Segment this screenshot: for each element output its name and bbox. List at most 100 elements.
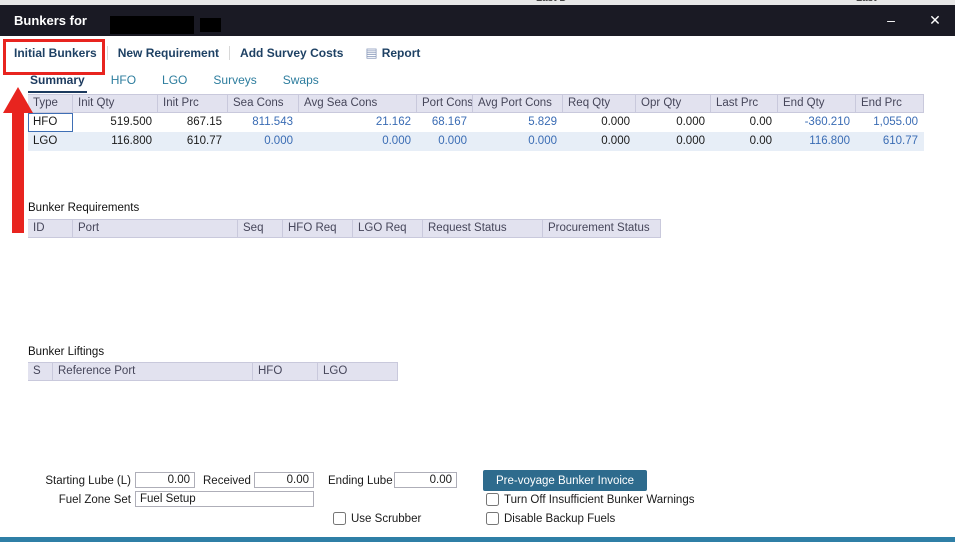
received-label: Received xyxy=(203,475,251,487)
ending-lube-input[interactable] xyxy=(394,472,457,488)
grid-cell[interactable]: 5.829 xyxy=(473,113,563,132)
grid-cell[interactable]: 0.00 xyxy=(711,113,778,132)
tab-summary[interactable]: Summary xyxy=(28,70,87,93)
grid-cell[interactable]: 1,055.00 xyxy=(856,113,924,132)
summary-grid: Type Init Qty Init Prc Sea Cons Avg Sea … xyxy=(28,94,924,151)
column-header: Seq xyxy=(238,219,283,238)
table-row-lgo: LGO 116.800 610.77 0.000 0.000 0.000 0.0… xyxy=(28,132,924,151)
grid-cell[interactable]: 0.000 xyxy=(563,132,636,151)
background-text-fragment: Last D xyxy=(536,0,567,4)
column-header: Init Qty xyxy=(73,94,158,113)
toolbar-initial-bunkers[interactable]: Initial Bunkers xyxy=(14,46,97,60)
bunkers-dialog: Last D Last Bunkers for – ✕ Initial Bunk… xyxy=(0,0,955,542)
disable-backup-fuels-checkbox[interactable]: Disable Backup Fuels xyxy=(486,512,615,525)
grid-cell[interactable]: 0.000 xyxy=(636,132,711,151)
grid-cell[interactable]: 116.800 xyxy=(778,132,856,151)
use-scrubber-label: Use Scrubber xyxy=(351,513,421,525)
insufficient-warnings-label: Turn Off Insufficient Bunker Warnings xyxy=(504,494,694,506)
tab-surveys[interactable]: Surveys xyxy=(211,70,258,93)
toolbar-report[interactable]: Report xyxy=(382,46,421,60)
column-header: Avg Sea Cons xyxy=(299,94,417,113)
requirements-grid: ID Port Seq HFO Req LGO Req Request Stat… xyxy=(28,219,661,238)
column-header: HFO xyxy=(253,362,318,381)
liftings-grid: S Reference Port HFO LGO xyxy=(28,362,398,381)
requirements-section-label: Bunker Requirements xyxy=(28,202,139,214)
grid-cell[interactable]: 811.543 xyxy=(228,113,299,132)
column-header: End Qty xyxy=(778,94,856,113)
dialog-title: Bunkers for xyxy=(14,5,87,36)
tab-lgo[interactable]: LGO xyxy=(160,70,189,93)
close-icon[interactable]: ✕ xyxy=(923,5,947,36)
grid-cell[interactable]: 0.000 xyxy=(473,132,563,151)
column-header: Port xyxy=(73,219,238,238)
grid-cell[interactable]: 21.162 xyxy=(299,113,417,132)
dialog-titlebar: Bunkers for – ✕ xyxy=(0,5,955,36)
annotation-arrow-shaft xyxy=(12,112,24,233)
toolbar-separator xyxy=(107,46,108,60)
grid-cell[interactable]: 0.00 xyxy=(711,132,778,151)
redacted-voyage-number xyxy=(200,18,221,32)
tab-hfo[interactable]: HFO xyxy=(109,70,138,93)
ending-lube-label: Ending Lube xyxy=(328,475,393,487)
toolbar-add-survey-costs[interactable]: Add Survey Costs xyxy=(240,46,343,60)
grid-cell[interactable]: 116.800 xyxy=(73,132,158,151)
column-header: Reference Port xyxy=(53,362,253,381)
checkbox-icon[interactable] xyxy=(333,512,346,525)
column-header: Last Prc xyxy=(711,94,778,113)
column-header: S xyxy=(28,362,53,381)
pre-voyage-bunker-invoice-button[interactable]: Pre-voyage Bunker Invoice xyxy=(483,470,647,491)
use-scrubber-checkbox[interactable]: Use Scrubber xyxy=(333,512,421,525)
grid-cell[interactable]: 0.000 xyxy=(636,113,711,132)
fuel-zone-label: Fuel Zone Set xyxy=(30,494,131,506)
column-header: Opr Qty xyxy=(636,94,711,113)
column-header: Port Cons xyxy=(417,94,473,113)
column-header: Procurement Status xyxy=(543,219,661,238)
background-window-bottom-strip xyxy=(0,537,955,542)
column-header: Init Prc xyxy=(158,94,228,113)
toolbar-new-requirement[interactable]: New Requirement xyxy=(118,46,219,60)
column-header: Request Status xyxy=(423,219,543,238)
grid-cell[interactable]: 0.000 xyxy=(299,132,417,151)
tab-swaps[interactable]: Swaps xyxy=(281,70,321,93)
grid-cell[interactable]: 68.167 xyxy=(417,113,473,132)
column-header: Req Qty xyxy=(563,94,636,113)
column-header: HFO Req xyxy=(283,219,353,238)
starting-lube-input[interactable] xyxy=(135,472,195,488)
liftings-section-label: Bunker Liftings xyxy=(28,346,104,358)
toolbar: Initial Bunkers New Requirement Add Surv… xyxy=(0,36,955,69)
grid-cell[interactable]: 519.500 xyxy=(73,113,158,132)
grid-cell[interactable]: -360.210 xyxy=(778,113,856,132)
column-header: Type xyxy=(28,94,73,113)
summary-grid-header: Type Init Qty Init Prc Sea Cons Avg Sea … xyxy=(28,94,924,113)
grid-cell[interactable]: 867.15 xyxy=(158,113,228,132)
column-header: LGO Req xyxy=(353,219,423,238)
report-icon: ▤ xyxy=(365,45,377,61)
redacted-vessel-name xyxy=(110,16,194,34)
received-input[interactable] xyxy=(254,472,314,488)
minimize-icon[interactable]: – xyxy=(879,5,903,36)
grid-cell[interactable]: LGO xyxy=(28,132,73,151)
insufficient-warnings-checkbox[interactable]: Turn Off Insufficient Bunker Warnings xyxy=(486,493,694,506)
column-header: Sea Cons xyxy=(228,94,299,113)
grid-cell[interactable]: 0.000 xyxy=(563,113,636,132)
grid-cell[interactable]: 610.77 xyxy=(158,132,228,151)
checkbox-icon[interactable] xyxy=(486,493,499,506)
column-header: End Prc xyxy=(856,94,924,113)
tab-bar: Summary HFO LGO Surveys Swaps xyxy=(28,70,321,93)
starting-lube-label: Starting Lube (L) xyxy=(30,475,131,487)
requirements-grid-header: ID Port Seq HFO Req LGO Req Request Stat… xyxy=(28,219,661,238)
grid-cell[interactable]: 0.000 xyxy=(228,132,299,151)
table-row-hfo: HFO 519.500 867.15 811.543 21.162 68.167… xyxy=(28,113,924,132)
grid-cell[interactable]: 0.000 xyxy=(417,132,473,151)
column-header: LGO xyxy=(318,362,398,381)
column-header: Avg Port Cons xyxy=(473,94,563,113)
column-header: ID xyxy=(28,219,73,238)
checkbox-icon[interactable] xyxy=(486,512,499,525)
grid-cell[interactable]: HFO xyxy=(28,113,73,132)
toolbar-separator xyxy=(229,46,230,60)
grid-cell[interactable]: 610.77 xyxy=(856,132,924,151)
fuel-zone-input[interactable] xyxy=(135,491,314,507)
disable-backup-fuels-label: Disable Backup Fuels xyxy=(504,513,615,525)
liftings-grid-header: S Reference Port HFO LGO xyxy=(28,362,398,381)
background-text-fragment: Last xyxy=(856,0,877,4)
